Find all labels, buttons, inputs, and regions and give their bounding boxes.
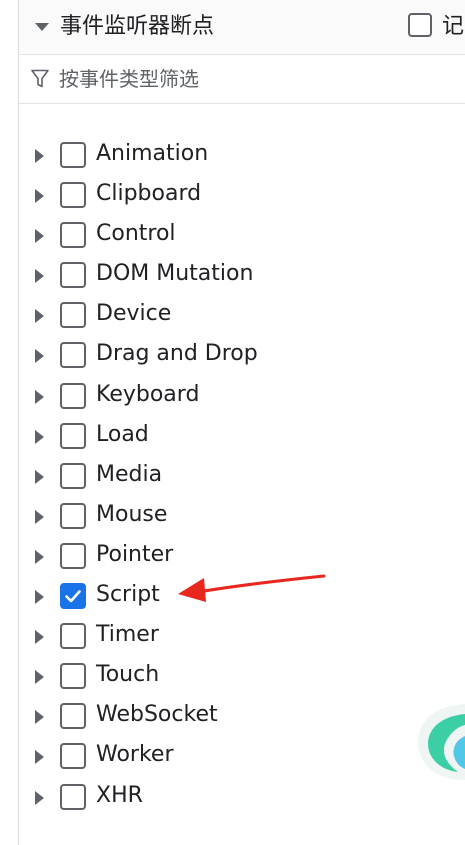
category-label: Pointer xyxy=(96,541,174,567)
category-row-load[interactable]: Load xyxy=(0,416,465,456)
category-label: Mouse xyxy=(96,501,168,527)
category-label: Drag and Drop xyxy=(96,341,258,367)
category-checkbox[interactable] xyxy=(60,462,86,489)
category-row-animation[interactable]: Animation xyxy=(0,135,465,175)
category-checkbox[interactable] xyxy=(60,783,86,810)
category-label: Control xyxy=(96,221,176,247)
category-label: DOM Mutation xyxy=(96,261,254,287)
event-filter-bar xyxy=(19,55,465,104)
triangle-right-icon[interactable] xyxy=(35,790,44,805)
event-category-list: Animation Clipboard Control DOM Mutation Dev… xyxy=(0,135,465,817)
category-checkbox[interactable] xyxy=(60,222,86,249)
category-checkbox[interactable] xyxy=(60,542,86,569)
triangle-right-icon[interactable] xyxy=(35,389,44,404)
category-label: Worker xyxy=(96,742,174,768)
category-row-worker[interactable]: Worker xyxy=(0,736,465,776)
category-label: Device xyxy=(96,301,172,327)
category-checkbox[interactable] xyxy=(60,422,86,449)
category-checkbox[interactable] xyxy=(60,142,86,168)
log-checkbox[interactable] xyxy=(408,13,432,37)
log-checkbox-label: 记 xyxy=(442,14,465,39)
event-filter-input[interactable] xyxy=(59,63,439,95)
triangle-right-icon[interactable] xyxy=(35,549,44,564)
section-title: 事件监听器断点 xyxy=(60,14,215,39)
category-checkbox[interactable] xyxy=(60,663,86,690)
category-label: Timer xyxy=(96,622,159,648)
red-annotation-arrow xyxy=(178,574,326,602)
category-checkbox[interactable] xyxy=(60,302,86,329)
triangle-right-icon[interactable] xyxy=(35,509,44,524)
triangle-right-icon[interactable] xyxy=(35,750,44,765)
checkmark-icon xyxy=(65,590,81,603)
triangle-right-icon[interactable] xyxy=(35,710,44,725)
category-label: XHR xyxy=(96,782,143,808)
triangle-right-icon[interactable] xyxy=(35,429,44,444)
category-row-dom-mutation[interactable]: DOM Mutation xyxy=(0,255,465,295)
triangle-right-icon[interactable] xyxy=(35,189,44,204)
category-checkbox[interactable] xyxy=(60,703,86,730)
triangle-right-icon[interactable] xyxy=(35,349,44,364)
category-label: Keyboard xyxy=(96,381,200,407)
category-row-touch[interactable]: Touch xyxy=(0,656,465,696)
triangle-right-icon[interactable] xyxy=(35,630,44,645)
triangle-right-icon[interactable] xyxy=(35,469,44,484)
category-row-drag-and-drop[interactable]: Drag and Drop xyxy=(0,335,465,375)
triangle-right-icon[interactable] xyxy=(35,149,44,163)
category-row-device[interactable]: Device xyxy=(0,295,465,335)
triangle-right-icon[interactable] xyxy=(35,269,44,284)
category-row-mouse[interactable]: Mouse xyxy=(0,496,465,536)
category-label: Clipboard xyxy=(96,181,202,207)
category-checkbox[interactable] xyxy=(60,182,86,209)
category-checkbox[interactable] xyxy=(60,262,86,289)
category-label: Script xyxy=(96,582,160,608)
category-checkbox[interactable] xyxy=(60,502,86,529)
triangle-right-icon[interactable] xyxy=(35,590,44,605)
category-row-clipboard[interactable]: Clipboard xyxy=(0,175,465,215)
triangle-right-icon[interactable] xyxy=(35,309,44,324)
floating-assistant-icon[interactable] xyxy=(418,698,465,786)
category-label: Animation xyxy=(96,141,209,166)
triangle-down-icon[interactable] xyxy=(35,23,49,31)
category-row-xhr[interactable]: XHR xyxy=(0,777,465,817)
triangle-right-icon[interactable] xyxy=(35,229,44,244)
category-row-media[interactable]: Media xyxy=(0,456,465,496)
category-label: Touch xyxy=(96,662,160,688)
category-row-timer[interactable]: Timer xyxy=(0,616,465,656)
category-label: Media xyxy=(96,461,163,487)
category-label: WebSocket xyxy=(96,702,218,728)
category-checkbox[interactable] xyxy=(60,382,86,409)
category-label: Load xyxy=(96,421,149,447)
category-row-control[interactable]: Control xyxy=(0,215,465,255)
category-checkbox[interactable] xyxy=(60,623,86,650)
category-checkbox[interactable] xyxy=(60,342,86,369)
triangle-right-icon[interactable] xyxy=(35,670,44,685)
event-listener-breakpoints-header[interactable]: 事件监听器断点 记 xyxy=(19,0,465,55)
category-row-websocket[interactable]: WebSocket xyxy=(0,696,465,736)
category-checkbox[interactable] xyxy=(60,743,86,770)
category-row-keyboard[interactable]: Keyboard xyxy=(0,376,465,416)
filter-icon xyxy=(31,69,49,88)
category-checkbox[interactable] xyxy=(60,583,86,610)
